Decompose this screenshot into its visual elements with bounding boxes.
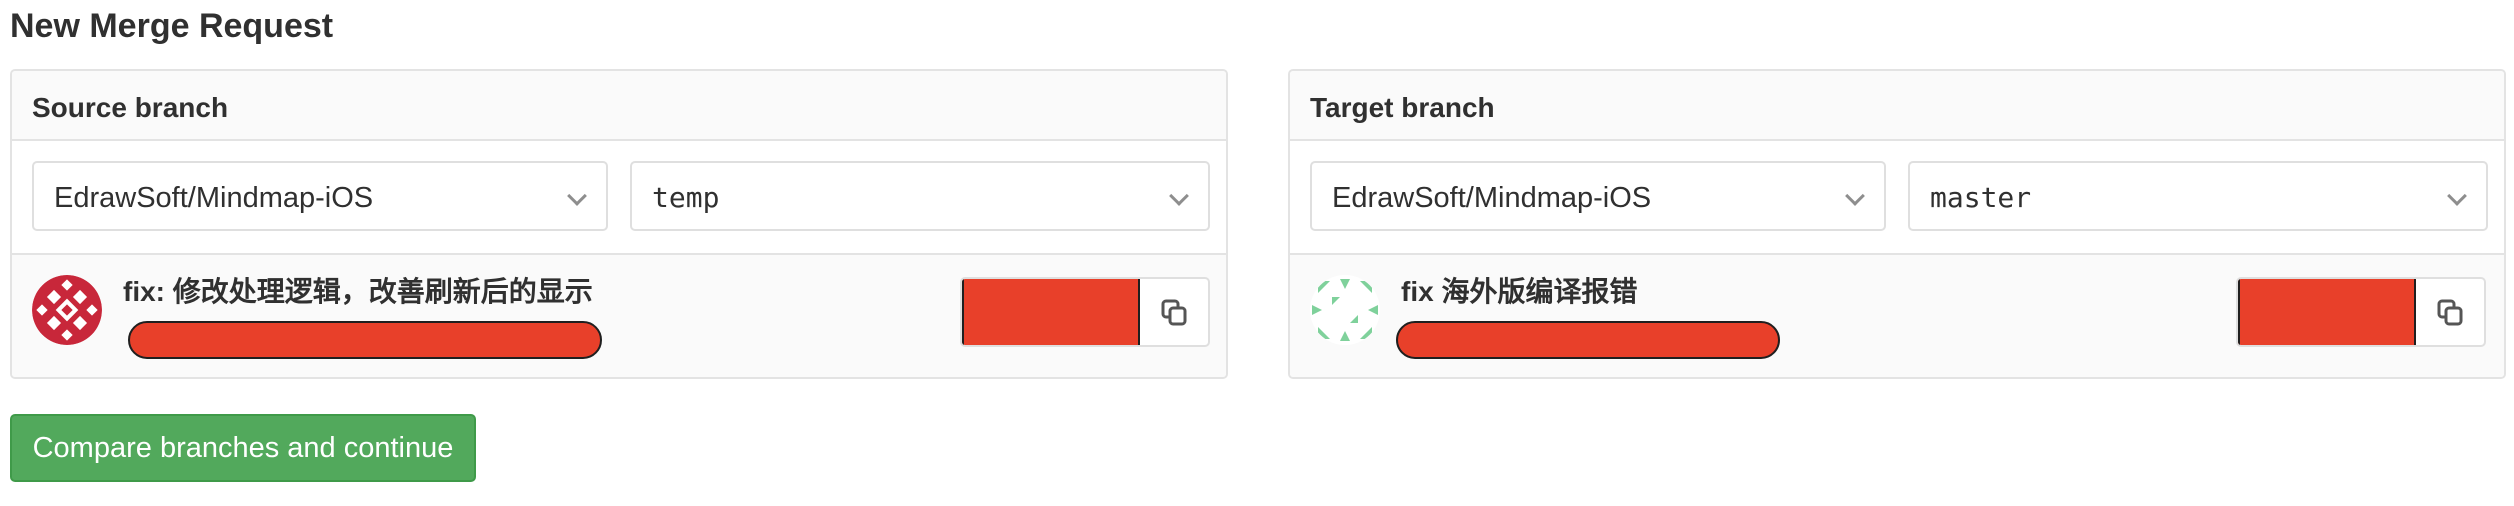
avatar xyxy=(32,275,102,345)
source-branch-dropdown[interactable]: temp xyxy=(630,161,1210,231)
copy-icon xyxy=(2437,299,2463,326)
source-panel-header: Source branch xyxy=(12,71,1226,141)
chevron-down-icon xyxy=(2447,186,2467,206)
target-project-label: EdrawSoft/Mindmap-iOS xyxy=(1332,182,1652,214)
target-commit-sha-redacted xyxy=(2238,279,2416,345)
target-panel-title: Target branch xyxy=(1310,92,1495,123)
copy-sha-button[interactable] xyxy=(2416,279,2484,345)
source-project-dropdown[interactable]: EdrawSoft/Mindmap-iOS xyxy=(32,161,608,231)
source-commit-sha-redacted xyxy=(962,279,1140,345)
source-selectors: EdrawSoft/Mindmap-iOS temp xyxy=(12,141,1226,255)
target-panel-header: Target branch xyxy=(1290,71,2504,141)
source-branch-panel: Source branch EdrawSoft/Mindmap-iOS temp xyxy=(10,69,1228,379)
target-commit-meta-redacted xyxy=(1396,321,1780,359)
compare-branches-button[interactable]: Compare branches and continue xyxy=(10,414,476,482)
target-commit-title: fix 海外版编译报错 xyxy=(1401,276,1638,307)
source-commit-title: fix: 修改处理逻辑，改善刷新后的显示 xyxy=(123,276,593,307)
target-commit-sha-group xyxy=(2236,277,2486,347)
target-branch-label: master xyxy=(1930,181,2032,214)
source-project-label: EdrawSoft/Mindmap-iOS xyxy=(54,182,374,214)
copy-sha-button[interactable] xyxy=(1140,279,1208,345)
avatar xyxy=(1310,275,1380,345)
source-commit-sha-group xyxy=(960,277,1210,347)
target-branch-dropdown[interactable]: master xyxy=(1908,161,2488,231)
page-title: New Merge Request xyxy=(10,7,334,45)
source-commit-meta-redacted xyxy=(128,321,602,359)
source-branch-label: temp xyxy=(652,181,720,214)
chevron-down-icon xyxy=(1845,186,1865,206)
source-panel-title: Source branch xyxy=(32,92,229,123)
chevron-down-icon xyxy=(567,186,587,206)
target-project-dropdown[interactable]: EdrawSoft/Mindmap-iOS xyxy=(1310,161,1886,231)
source-commit: fix: 修改处理逻辑，改善刷新后的显示 xyxy=(12,255,1226,377)
target-commit: fix 海外版编译报错 xyxy=(1290,255,2504,377)
target-branch-panel: Target branch EdrawSoft/Mindmap-iOS mast… xyxy=(1288,69,2506,379)
target-selectors: EdrawSoft/Mindmap-iOS master xyxy=(1290,141,2504,255)
copy-icon xyxy=(1161,299,1187,326)
chevron-down-icon xyxy=(1169,186,1189,206)
